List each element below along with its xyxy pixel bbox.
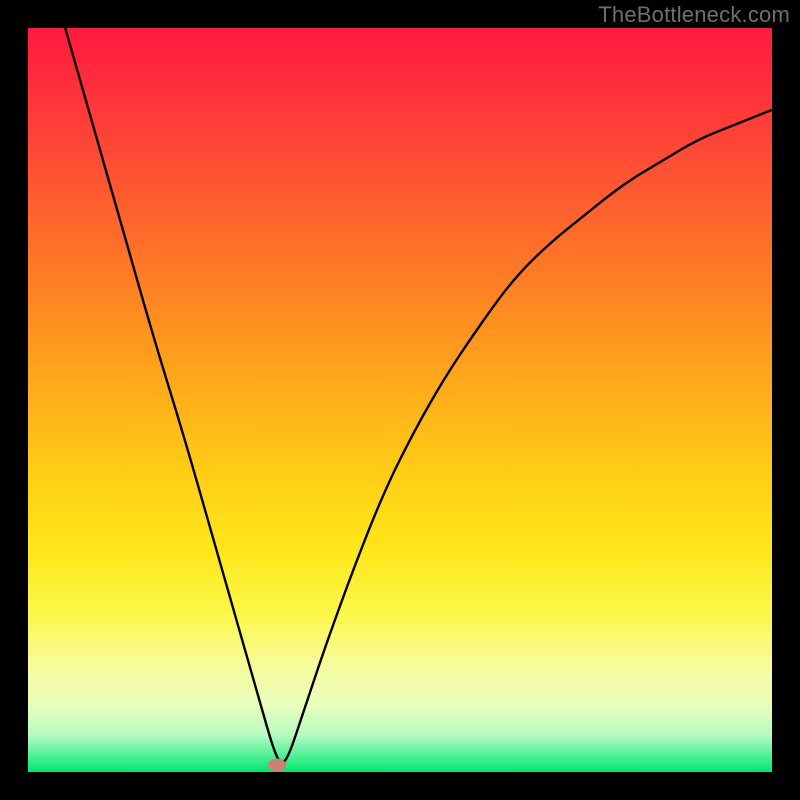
vertex-marker xyxy=(268,758,286,771)
bottleneck-curve xyxy=(28,28,772,772)
chart-frame: TheBottleneck.com xyxy=(0,0,800,800)
watermark-text: TheBottleneck.com xyxy=(598,2,790,28)
plot-area xyxy=(28,28,772,772)
